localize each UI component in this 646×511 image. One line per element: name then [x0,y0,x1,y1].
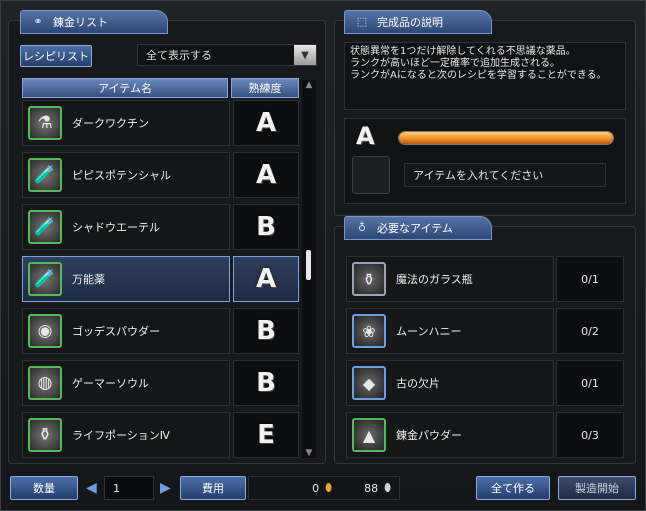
filter-dropdown[interactable]: 全て表示する ▼ [137,44,317,66]
column-header-name: アイテム名 [22,78,228,98]
recipe-row[interactable]: ⚗ ダークワクチン [22,100,230,146]
green-potion-icon: 🧪 [28,158,62,192]
recipe-row[interactable]: 🧪 シャドウエーテル [22,204,230,250]
required-items-title: 必要なアイテム [377,222,453,235]
recipe-name: ゴッデスパウダー [72,325,160,338]
recipe-rank: B [233,360,299,406]
proficiency-bar [398,131,614,145]
recipe-rank: B [233,204,299,250]
recipe-row[interactable]: 🧪 ピピスポテンシャル [22,152,230,198]
life-potion-icon: ⚱ [28,418,62,452]
product-rank-letter: A [356,122,375,150]
purple-flask-icon: ⚗ [28,106,62,140]
product-description-tab: ⬚ 完成品の説明 [344,10,492,34]
link-icon: ⚭ [33,15,43,28]
box-icon: ⬚ [356,15,368,28]
material-count: 0/1 [556,360,624,406]
scroll-thumb[interactable] [306,250,311,280]
rose-icon: ❀ [352,314,386,348]
recipe-name: ダークワクチン [72,117,149,130]
proficiency-bar-fill [399,132,613,144]
red-potion-icon: 🧪 [28,262,62,296]
crystal-icon: ◆ [352,366,386,400]
alchemy-list-title: 錬金リスト [53,16,108,29]
powder-dish-icon: ◉ [28,314,62,348]
start-production-button[interactable]: 製造開始 [558,476,636,500]
recipe-scrollbar[interactable]: ▲ ▼ [302,80,316,458]
recipe-rank: E [233,412,299,458]
item-prompt-text: アイテムを入れてください [413,169,544,182]
recipe-rank: A [233,100,299,146]
money-value: 88 [364,481,379,495]
recipe-row[interactable]: ⚱ ライフポーションⅣ [22,412,230,458]
material-row: ❀ ムーンハニー [346,308,554,354]
gold-coin-icon: ⬮ [325,481,333,494]
column-header-proficiency: 熟練度 [231,78,299,98]
material-count: 0/2 [556,308,624,354]
pouch-icon: ♁ [357,221,367,234]
powder-pile-icon: ▲ [352,418,386,452]
recipe-name: ゲーマーソウル [72,377,149,390]
quantity-input[interactable]: 1 [104,476,154,500]
recipe-list-button[interactable]: レシピリスト [20,45,92,67]
required-items-tab: ♁ 必要なアイテム [344,216,492,240]
material-row: ⚱ 魔法のガラス瓶 [346,256,554,302]
item-prompt-field: アイテムを入れてください [404,163,606,187]
recipe-rank: A [233,152,299,198]
material-row: ▲ 錬金パウダー [346,412,554,458]
scroll-up-arrow-icon[interactable]: ▲ [302,80,316,90]
material-count: 0/1 [556,256,624,302]
purple-potion-icon: 🧪 [28,210,62,244]
glass-bottle-icon: ⚱ [352,262,386,296]
description-line-3: ランクがAになると次のレシピを学習することができる。 [350,70,607,81]
product-description-title: 完成品の説明 [377,16,443,29]
recipe-row[interactable]: ◍ ゲーマーソウル [22,360,230,406]
recipe-name: ピピスポテンシャル [72,169,171,182]
scroll-down-arrow-icon[interactable]: ▼ [302,448,316,458]
material-name: 魔法のガラス瓶 [396,273,473,286]
quantity-decrease-arrow-icon[interactable]: ◀ [86,476,98,500]
cost-value: 0 [312,481,320,495]
cost-label-button: 費用 [180,476,246,500]
recipe-rank: B [233,308,299,354]
recipe-row[interactable]: ◉ ゴッデスパウダー [22,308,230,354]
quantity-increase-arrow-icon[interactable]: ▶ [160,476,172,500]
orb-icon: ◍ [28,366,62,400]
product-description: 状態異常を1つだけ解除してくれる不思議な薬品。 ランクが高いほど一定確率で追加生… [344,42,626,110]
material-name: 古の欠片 [396,377,440,390]
material-count: 0/3 [556,412,624,458]
make-all-button[interactable]: 全て作る [476,476,550,500]
recipe-name: シャドウエーテル [72,221,160,234]
material-name: 錬金パウダー [396,429,462,442]
filter-selected-label: 全て表示する [146,49,212,62]
description-line-1: 状態異常を1つだけ解除してくれる不思議な薬品。 [350,46,576,57]
material-name: ムーンハニー [396,325,462,338]
recipe-name: 万能薬 [72,273,105,286]
recipe-name: ライフポーションⅣ [72,429,170,442]
alchemy-list-tab: ⚭ 錬金リスト [20,10,168,34]
quantity-value: 1 [113,481,120,495]
item-slot[interactable] [352,156,390,194]
description-line-2: ランクが高いほど一定確率で追加生成される。 [350,58,560,69]
quantity-label-button: 数量 [10,476,78,500]
recipe-row[interactable]: 🧪 万能薬 [22,256,230,302]
dropdown-arrow-icon[interactable]: ▼ [294,45,316,65]
cost-field: 0 ⬮ 88 ⬮ [248,476,400,500]
recipe-rank: A [233,256,299,302]
silver-coin-icon: ⬮ [384,481,391,494]
material-row: ◆ 古の欠片 [346,360,554,406]
